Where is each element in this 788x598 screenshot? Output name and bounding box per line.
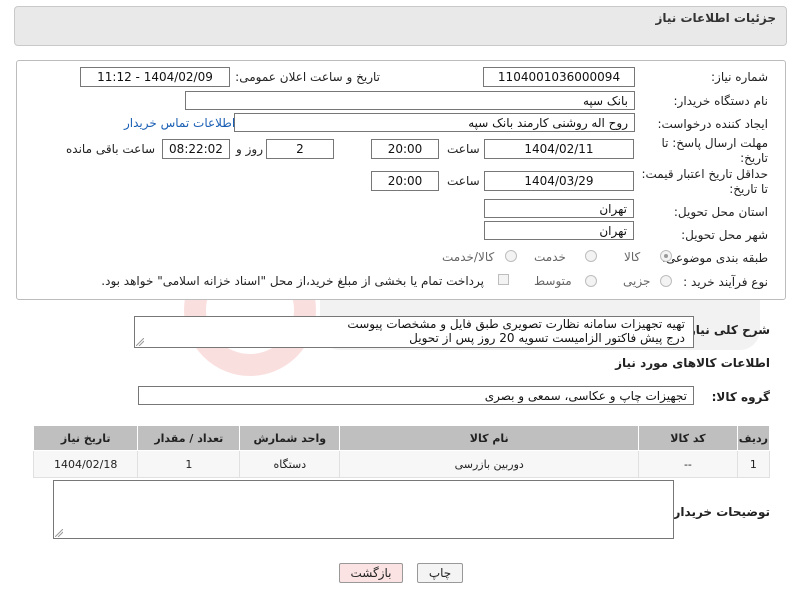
category-option-goods: کالا bbox=[624, 250, 641, 264]
delivery-province-field: تهران bbox=[484, 199, 634, 218]
page-title: جزئیات اطلاعات نیاز bbox=[655, 11, 776, 25]
purchase-radio-minor[interactable] bbox=[660, 275, 672, 287]
col-header-row: ردیف bbox=[736, 425, 771, 451]
delivery-province-label: استان محل تحویل: bbox=[673, 205, 768, 219]
price-validity-time-label: ساعت bbox=[447, 174, 480, 188]
back-button[interactable]: بازگشت bbox=[339, 563, 403, 583]
category-radio-goods-service[interactable] bbox=[505, 250, 517, 262]
remaining-time-field: 08:22:02 bbox=[162, 139, 230, 159]
need-number-field: 1104001036000094 bbox=[483, 67, 635, 87]
purchase-option-medium: متوسط bbox=[534, 274, 572, 288]
requester-field: روح اله روشنی کارمند بانک سپه bbox=[234, 113, 635, 132]
category-label: طبقه بندی موضوعی: bbox=[661, 251, 768, 265]
price-validity-label-2: تا تاریخ: bbox=[729, 182, 768, 196]
reply-time-field: 20:00 bbox=[371, 139, 439, 159]
description-line-2: درج پیش فاکتور الزامیست تسویه 20 روز پس … bbox=[409, 331, 685, 345]
reply-date-field: 1404/02/11 bbox=[484, 139, 634, 159]
price-validity-time-field: 20:00 bbox=[371, 171, 439, 191]
requester-label: ایجاد کننده درخواست: bbox=[657, 117, 768, 131]
goods-table: ردیف کد کالا نام کالا واحد شمارش تعداد /… bbox=[32, 425, 771, 478]
category-option-service: خدمت bbox=[534, 250, 566, 264]
buyer-org-label: نام دستگاه خریدار: bbox=[673, 94, 769, 108]
buyer-org-field: بانک سپه bbox=[185, 91, 635, 110]
announce-date-label: تاریخ و ساعت اعلان عمومی: bbox=[235, 70, 380, 84]
reply-days-label: روز و bbox=[236, 142, 263, 156]
delivery-city-label: شهر محل تحویل: bbox=[681, 228, 768, 242]
need-number-label: شماره نیاز: bbox=[711, 70, 768, 84]
cell-unit: دستگاه bbox=[239, 450, 341, 478]
col-header-quantity: تعداد / مقدار bbox=[137, 425, 241, 451]
cell-row-number: 1 bbox=[736, 450, 771, 478]
reply-time-label: ساعت bbox=[447, 142, 480, 156]
col-header-name: نام کالا bbox=[339, 425, 640, 451]
cell-need-date: 1404/02/18 bbox=[32, 450, 139, 478]
description-textarea: تهیه تجهیزات سامانه نظارت تصویری طبق فای… bbox=[134, 316, 694, 348]
announce-date-field: 1404/02/09 - 11:12 bbox=[80, 67, 230, 87]
col-header-unit: واحد شمارش bbox=[239, 425, 341, 451]
purchase-type-label: نوع فرآیند خرید : bbox=[683, 275, 768, 289]
goods-group-label: گروه کالا: bbox=[711, 390, 770, 404]
category-radio-service[interactable] bbox=[585, 250, 597, 262]
goods-section-title: اطلاعات کالاهای مورد نیاز bbox=[615, 356, 770, 370]
purchase-radio-medium[interactable] bbox=[585, 275, 597, 287]
col-header-code: کد کالا bbox=[638, 425, 738, 451]
category-option-goods-service: کالا/خدمت bbox=[442, 250, 495, 264]
category-radio-goods[interactable] bbox=[660, 250, 672, 262]
buyer-notes-textarea[interactable] bbox=[53, 480, 674, 539]
col-header-need-date: تاریخ نیاز bbox=[32, 425, 139, 451]
delivery-city-field: تهران bbox=[484, 221, 634, 240]
reply-deadline-label-2: تاریخ: bbox=[740, 151, 768, 165]
purchase-option-minor: جزیی bbox=[623, 274, 651, 288]
price-validity-date-field: 1404/03/29 bbox=[484, 171, 634, 191]
resize-handle-icon[interactable] bbox=[55, 529, 63, 537]
treasury-payment-note: پرداخت تمام یا بخشی از مبلغ خرید،از محل … bbox=[101, 274, 484, 288]
description-label: شرح کلی نیاز: bbox=[684, 323, 770, 337]
buyer-notes-label: توضیحات خریدار: bbox=[668, 505, 770, 519]
resize-handle-icon[interactable] bbox=[136, 338, 144, 346]
buyer-contact-link[interactable]: اطلاعات تماس خریدار bbox=[124, 116, 235, 130]
description-line-1: تهیه تجهیزات سامانه نظارت تصویری طبق فای… bbox=[347, 317, 685, 331]
cell-item-name: دوربین بازرسی bbox=[339, 450, 640, 478]
cell-item-code: -- bbox=[638, 450, 738, 478]
treasury-payment-checkbox[interactable] bbox=[498, 274, 509, 285]
reply-days-field: 2 bbox=[266, 139, 334, 159]
price-validity-label: حداقل تاریخ اعتبار قیمت: bbox=[641, 167, 768, 181]
reply-deadline-label: مهلت ارسال پاسخ: تا bbox=[661, 136, 768, 150]
cell-quantity: 1 bbox=[137, 450, 241, 478]
table-row: 1 -- دوربین بازرسی دستگاه 1 1404/02/18 bbox=[32, 450, 771, 478]
print-button[interactable]: چاپ bbox=[417, 563, 463, 583]
remaining-time-label: ساعت باقی مانده bbox=[66, 142, 156, 156]
goods-group-field: تجهیزات چاپ و عکاسی، سمعی و بصری bbox=[138, 386, 694, 405]
